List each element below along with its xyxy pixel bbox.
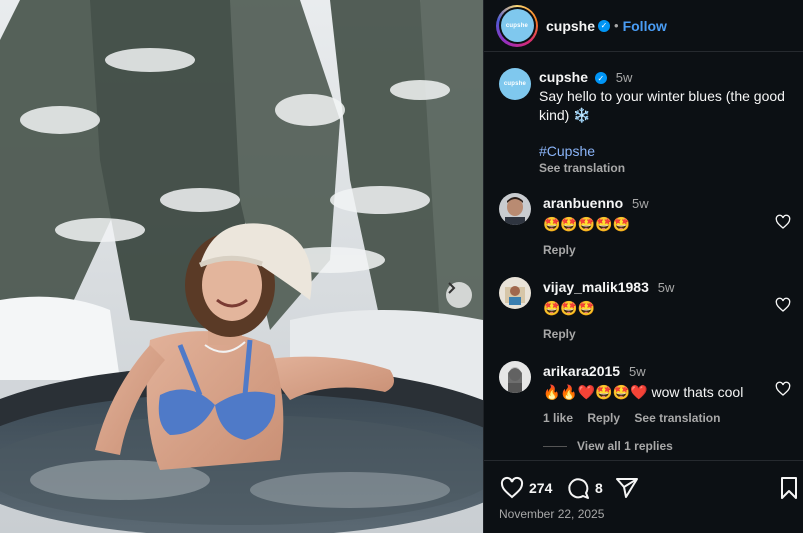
- see-translation-link[interactable]: See translation: [634, 411, 720, 425]
- verified-icon: ✓: [594, 72, 607, 85]
- post-side-panel: cupshe cupshe ✓ • Follow cupshe cupshe ✓…: [483, 0, 803, 533]
- carousel-next-button[interactable]: [446, 282, 472, 308]
- share-button[interactable]: [614, 476, 644, 500]
- comment-text: 🤩🤩🤩: [543, 300, 596, 316]
- heart-icon[interactable]: [775, 381, 791, 397]
- caption-username[interactable]: cupshe: [539, 69, 588, 85]
- comment-item: vijay_malik1983 5w 🤩🤩🤩 Reply: [499, 277, 799, 344]
- reply-button[interactable]: Reply: [543, 327, 576, 341]
- comment-time[interactable]: 5w: [658, 280, 675, 295]
- avatar[interactable]: [499, 277, 531, 309]
- comment-item: aranbuenno 5w 🤩🤩🤩🤩🤩 Reply: [499, 193, 799, 260]
- verified-icon: ✓: [598, 19, 611, 32]
- bookmark-icon: [781, 477, 797, 499]
- account-username[interactable]: cupshe: [546, 18, 595, 34]
- caption-hashtag[interactable]: #Cupshe: [539, 142, 794, 161]
- likes-count[interactable]: 1 like: [543, 411, 573, 425]
- comment-time[interactable]: 5w: [629, 364, 646, 379]
- like-count: 274: [529, 480, 553, 496]
- caption-avatar[interactable]: cupshe: [499, 68, 531, 100]
- see-translation-link[interactable]: See translation: [539, 161, 794, 175]
- comment-item: arikara2015 5w 🔥🔥❤️🤩🤩❤️ wow thats cool 1…: [499, 361, 799, 428]
- like-button[interactable]: 274: [499, 476, 552, 500]
- divider: [543, 445, 567, 447]
- heart-icon[interactable]: [775, 214, 791, 230]
- chevron-right-icon: [448, 282, 456, 294]
- avatar[interactable]: [499, 361, 531, 393]
- avatar[interactable]: [499, 193, 531, 225]
- post-caption: cupshe cupshe ✓ 5w Say hello to your win…: [499, 68, 794, 175]
- save-button[interactable]: [778, 476, 803, 500]
- comment-username[interactable]: aranbuenno: [543, 195, 623, 211]
- post-actions: 274 8 November 22, 2025: [484, 460, 803, 533]
- caption-time[interactable]: 5w: [616, 70, 633, 85]
- view-replies-label: View all 1 replies: [577, 439, 673, 453]
- caption-text: Say hello to your winter blues (the good…: [539, 88, 785, 123]
- comment-username[interactable]: vijay_malik1983: [543, 279, 649, 295]
- comment-username[interactable]: arikara2015: [543, 363, 620, 379]
- reply-button[interactable]: Reply: [543, 243, 576, 257]
- post-date[interactable]: November 22, 2025: [499, 507, 604, 521]
- follow-button[interactable]: Follow: [623, 18, 667, 34]
- post-photo[interactable]: [0, 0, 483, 533]
- comment-button[interactable]: 8: [565, 476, 603, 500]
- separator-dot: •: [614, 18, 619, 33]
- comment-time[interactable]: 5w: [632, 196, 649, 211]
- account-avatar[interactable]: cupshe: [496, 4, 538, 47]
- comment-icon: [568, 478, 589, 499]
- comment-text: 🔥🔥❤️🤩🤩❤️ wow thats cool: [543, 384, 744, 400]
- heart-icon[interactable]: [775, 297, 791, 313]
- photo-illustration: [0, 0, 483, 533]
- reply-button[interactable]: Reply: [587, 411, 620, 425]
- view-replies-button[interactable]: View all 1 replies: [543, 439, 673, 453]
- share-icon: [616, 478, 638, 498]
- brand-logo: cupshe: [500, 9, 534, 42]
- heart-icon: [500, 476, 524, 499]
- comment-text: 🤩🤩🤩🤩🤩: [543, 216, 631, 232]
- post-header: cupshe cupshe ✓ • Follow: [484, 0, 803, 52]
- comment-count: 8: [595, 480, 603, 496]
